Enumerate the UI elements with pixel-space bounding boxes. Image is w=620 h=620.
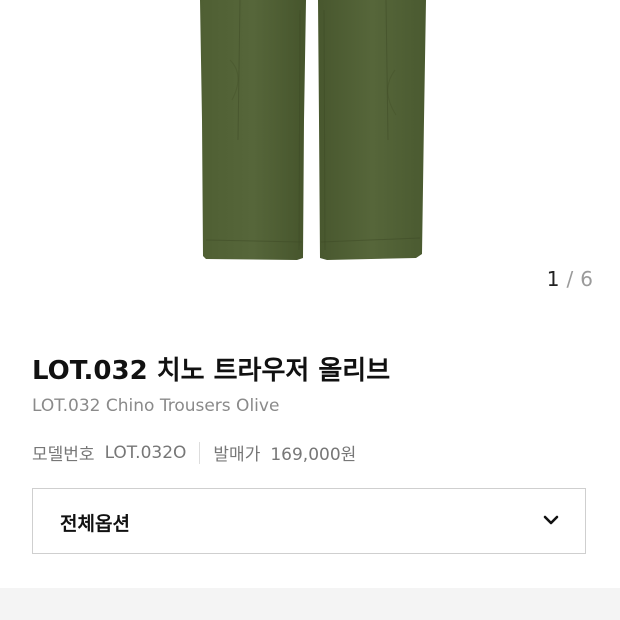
image-counter-total: 6: [580, 267, 594, 291]
product-meta: 모델번호 LOT.032O 발매가 169,000원: [32, 440, 356, 465]
option-select-value: 전체옵션: [60, 513, 130, 535]
product-detail-page: 1/6 LOT.032 치노 트라우저 올리브 LOT.032 Chino Tr…: [0, 0, 620, 620]
product-title: LOT.032 치노 트라우저 올리브: [32, 356, 391, 386]
model-number-label: 모델번호: [32, 445, 95, 465]
meta-divider: [199, 441, 201, 464]
image-counter-separator: /: [566, 267, 575, 291]
model-number-value: LOT.032O: [104, 442, 187, 463]
option-select-dropdown[interactable]: 전체옵션: [32, 488, 586, 554]
release-price-label: 발매가: [213, 445, 261, 465]
chevron-down-icon: [543, 515, 559, 525]
product-image: [200, 0, 426, 260]
section-divider-strip: [0, 588, 620, 620]
image-counter-current: 1: [546, 267, 561, 291]
release-price-value: 169,000원: [270, 445, 357, 465]
product-image-gallery[interactable]: 1/6: [0, 0, 620, 300]
product-english-name: LOT.032 Chino Trousers Olive: [32, 396, 280, 416]
image-counter: 1/6: [547, 267, 594, 291]
